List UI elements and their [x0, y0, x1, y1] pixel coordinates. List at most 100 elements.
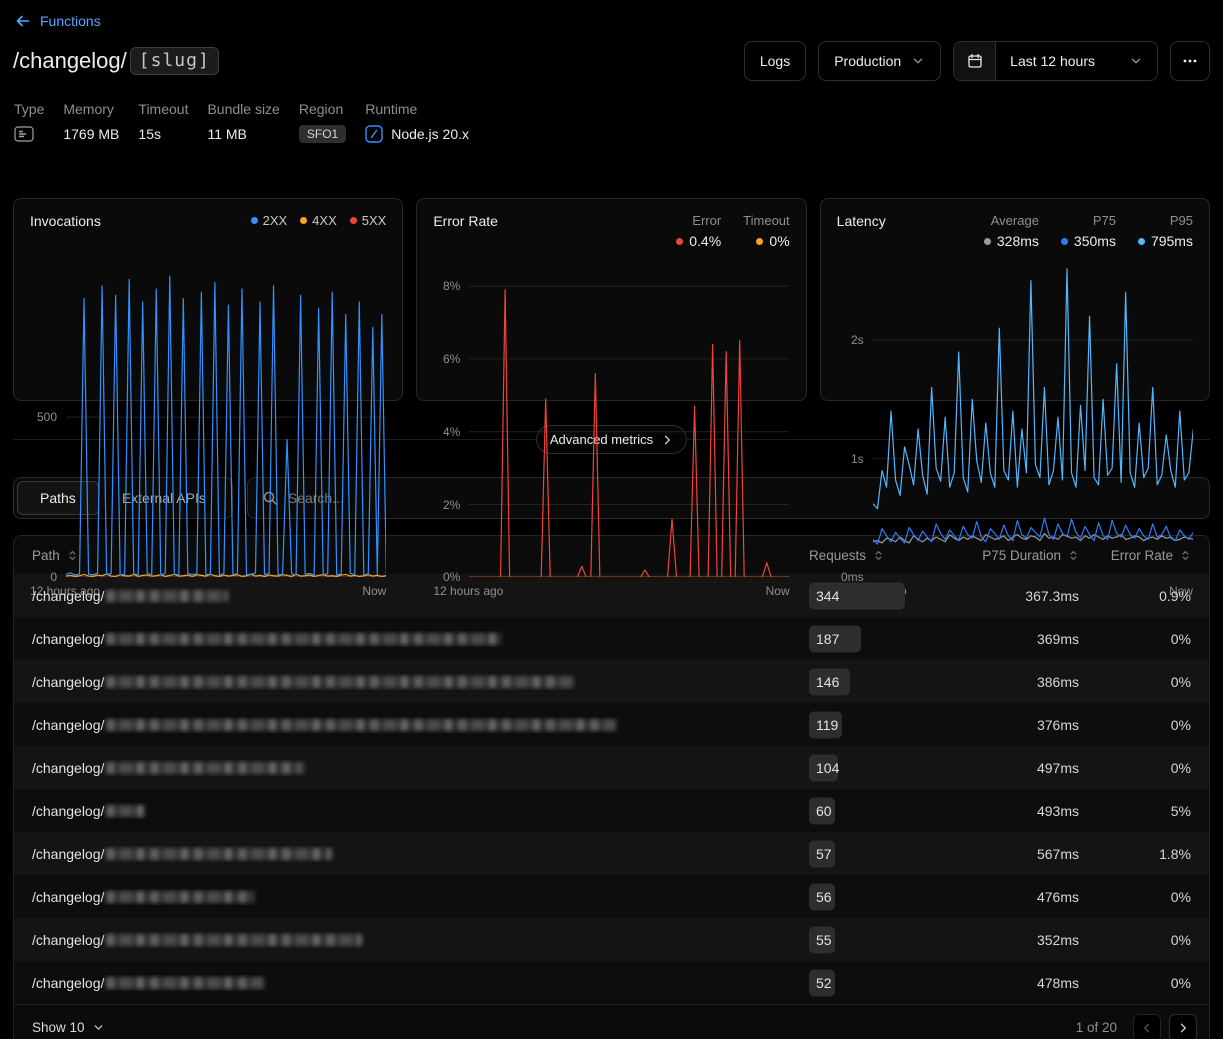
path-prefix: /changelog/: [32, 932, 104, 948]
more-options-button[interactable]: [1170, 41, 1210, 81]
error-rate-cell: 0.9%: [1079, 588, 1191, 604]
table-row[interactable]: /changelog/55352ms0%: [14, 918, 1209, 961]
p75-duration-cell: 369ms: [927, 631, 1079, 647]
table-row[interactable]: /changelog/57567ms1.8%: [14, 832, 1209, 875]
redacted-slug: [106, 762, 304, 774]
page-indicator: 1 of 20: [1076, 1020, 1117, 1035]
error-rate-cell: 0%: [1079, 889, 1191, 905]
requests-cell: 104: [809, 746, 927, 789]
isr-type-icon: [14, 126, 34, 142]
legend-dot: [676, 238, 683, 245]
error-rate-cell: 0%: [1079, 674, 1191, 690]
meta-runtime: Runtime Node.js 20.x: [365, 101, 469, 144]
redacted-slug: [106, 848, 332, 860]
table-footer: Show 10 1 of 20: [14, 1004, 1209, 1039]
redacted-slug: [106, 977, 264, 989]
table-row[interactable]: /changelog/56476ms0%: [14, 875, 1209, 918]
y-axis-labels: 8%6%4%2%0%: [433, 257, 469, 577]
next-page-button[interactable]: [1169, 1014, 1197, 1039]
legend-dot: [300, 217, 307, 224]
error-rate-cell: 1.8%: [1079, 846, 1191, 862]
metrics-charts: Invocations 2XX4XX5XX 5000 12 hours ago …: [13, 198, 1210, 401]
chart-legend: 2XX 4XX 5XX: [238, 213, 387, 228]
redacted-slug: [106, 633, 502, 645]
legend-dot: [1061, 238, 1068, 245]
table-row[interactable]: /changelog/104497ms0%: [14, 746, 1209, 789]
show-rows-select[interactable]: Show 10: [32, 1020, 105, 1035]
requests-value: 344: [816, 588, 839, 604]
requests-value: 55: [816, 932, 832, 948]
requests-cell: 146: [809, 660, 927, 703]
title-row: /changelog/ [slug] Logs Production Last …: [13, 37, 1210, 97]
redacted-slug: [106, 805, 144, 817]
back-to-functions-link[interactable]: Functions: [15, 13, 101, 29]
function-observability-page: Functions /changelog/ [slug] Logs Produc…: [0, 0, 1223, 1039]
path-prefix: /changelog/: [32, 717, 104, 733]
error-rate-cell: 0%: [1079, 717, 1191, 733]
logs-button[interactable]: Logs: [744, 41, 806, 81]
table-row[interactable]: /changelog/52478ms0%: [14, 961, 1209, 1004]
p75-duration-cell: 386ms: [927, 674, 1079, 690]
redacted-slug: [106, 676, 574, 688]
y-axis-labels: 2s1s0ms: [837, 257, 873, 577]
pagination: 1 of 20: [1076, 1014, 1197, 1039]
table-row[interactable]: /changelog/187369ms0%: [14, 617, 1209, 660]
table-row[interactable]: /changelog/60493ms5%: [14, 789, 1209, 832]
path-prefix: /changelog/: [13, 48, 127, 74]
p75-duration-cell: 376ms: [927, 717, 1079, 733]
requests-cell: 119: [809, 703, 927, 746]
meta-type: Type: [14, 101, 44, 144]
time-range-control: Last 12 hours: [953, 41, 1158, 81]
stat-item: Average328ms: [984, 213, 1039, 249]
table-row[interactable]: /changelog/119376ms0%: [14, 703, 1209, 746]
path-prefix: /changelog/: [32, 803, 104, 819]
error-rate-card: Error Rate Error0.4%Timeout0% 8%6%4%2%0%…: [416, 198, 806, 401]
y-tick-label: 8%: [443, 279, 460, 293]
requests-value: 52: [816, 975, 832, 991]
y-tick-label: 4%: [443, 425, 460, 439]
path-prefix: /changelog/: [32, 846, 104, 862]
environment-select[interactable]: Production: [818, 41, 941, 81]
chevron-down-icon: [1129, 54, 1143, 68]
legend-item: 4XX: [300, 213, 337, 228]
invocations-card: Invocations 2XX4XX5XX 5000 12 hours ago …: [13, 198, 403, 401]
path-prefix: /changelog/: [32, 588, 104, 604]
y-tick-label: 2s: [851, 333, 864, 347]
legend-dot: [251, 217, 258, 224]
redacted-slug: [106, 719, 616, 731]
ellipsis-icon: [1182, 53, 1198, 69]
chevron-down-icon: [92, 1021, 105, 1034]
path-cell: /changelog/: [32, 760, 809, 776]
path-cell: /changelog/: [32, 889, 809, 905]
requests-value: 187: [816, 631, 839, 647]
legend-dot: [350, 217, 357, 224]
y-tick-label: 500: [37, 410, 57, 424]
chart-stats: Average328msP75350msP95795ms: [962, 213, 1193, 249]
redacted-slug: [106, 590, 228, 602]
paths-table: PathRequestsP75 DurationError Rate /chan…: [13, 535, 1210, 1039]
requests-value: 104: [816, 760, 839, 776]
requests-cell: 52: [809, 961, 927, 1004]
stat-item: Error0.4%: [676, 213, 721, 249]
error-rate-cell: 0%: [1079, 975, 1191, 991]
path-cell: /changelog/: [32, 846, 809, 862]
requests-value: 60: [816, 803, 832, 819]
error-rate-cell: 0%: [1079, 932, 1191, 948]
redacted-slug: [106, 934, 362, 946]
path-prefix: /changelog/: [32, 760, 104, 776]
requests-cell: 55: [809, 918, 927, 961]
nodejs-runtime-icon: [365, 125, 383, 143]
previous-page-button[interactable]: [1133, 1014, 1161, 1039]
path-prefix: /changelog/: [32, 975, 104, 991]
top-nav: Functions: [13, 0, 1210, 37]
p75-duration-cell: 367.3ms: [927, 588, 1079, 604]
legend-dot: [984, 238, 991, 245]
date-picker-button[interactable]: [954, 42, 996, 80]
table-row[interactable]: /changelog/146386ms0%: [14, 660, 1209, 703]
stat-item: P75350ms: [1061, 213, 1116, 249]
time-range-select[interactable]: Last 12 hours: [996, 42, 1157, 80]
legend-item: 5XX: [350, 213, 387, 228]
p75-duration-cell: 497ms: [927, 760, 1079, 776]
meta-bundle-size: Bundle size 11 MB: [207, 101, 279, 144]
legend-item: 2XX: [251, 213, 288, 228]
